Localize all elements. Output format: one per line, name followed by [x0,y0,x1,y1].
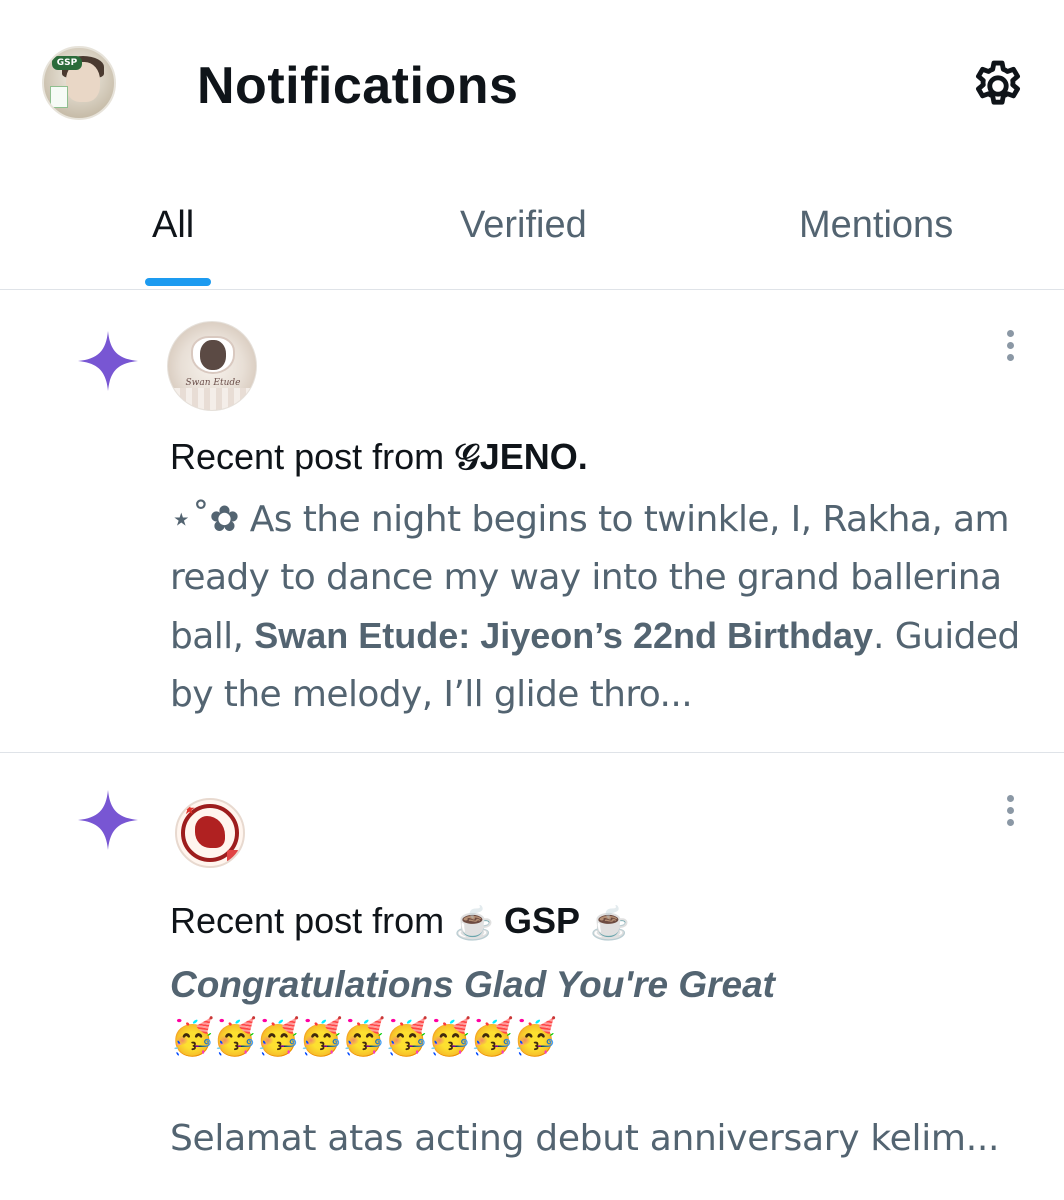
header: GSP Notifications [0,0,1064,170]
post-text-highlight: Swan Etude: Jiyeon’s 22nd Birthday [254,615,874,656]
post-preview[interactable]: Selamat atas acting debut anniversary ke… [170,1118,999,1159]
notification-prefix: Recent post from [170,900,455,941]
page-title: Notifications [197,57,519,115]
tab-mentions[interactable]: Mentions [799,204,953,247]
avatar-tag: GSP [52,56,82,70]
post-headline[interactable]: Congratulations Glad You're Great [170,964,775,1006]
party-face-emojis: 🥳🥳🥳🥳🥳🥳🥳🥳🥳 [170,1017,557,1058]
coffee-icon: ☕ [454,905,494,942]
gear-icon [976,60,1020,105]
author-avatar[interactable]: Swan Etude [167,321,257,411]
tab-bar: All Verified Mentions [0,170,1064,290]
more-dots-icon [1006,329,1014,337]
post-preview[interactable]: ⋆˚✿ As the night begins to twinkle, I, R… [170,491,1030,724]
settings-button[interactable] [968,56,1028,116]
coffee-icon: ☕ [590,905,630,942]
notification-title: Recent post from 𝒢JENO. [170,436,588,479]
more-dot [1006,818,1014,826]
author-name[interactable]: GSP [504,900,580,941]
more-dot [1006,353,1014,361]
notification-prefix: Recent post from [170,436,455,477]
notification-item[interactable]: ★ Recent post from ☕ GSP ☕ Congratulatio… [0,754,1064,1200]
avatar-card [50,86,68,108]
author-name[interactable]: 𝒢JENO. [454,436,588,477]
tab-all[interactable]: All [152,204,194,247]
avatar-lace [168,388,256,410]
gift-icon [227,850,239,862]
more-dot [1006,806,1014,814]
more-options-button[interactable] [990,790,1030,830]
author-avatar[interactable]: ★ [175,798,245,868]
more-options-button[interactable] [990,325,1030,365]
star-icon: ★ [183,802,196,818]
notification-item[interactable]: Swan Etude Recent post from 𝒢JENO. ⋆˚✿ A… [0,291,1064,753]
avatar-person [200,340,226,370]
active-tab-indicator [145,278,211,286]
avatar-script: Swan Etude [185,378,241,388]
tab-verified[interactable]: Verified [460,204,587,247]
sparkle-icon [78,331,138,391]
notification-title: Recent post from ☕ GSP ☕ [170,900,630,942]
more-dots-icon [1006,794,1014,802]
profile-avatar[interactable]: GSP [42,46,116,120]
sparkle-icon [78,790,138,850]
more-dot [1006,341,1014,349]
